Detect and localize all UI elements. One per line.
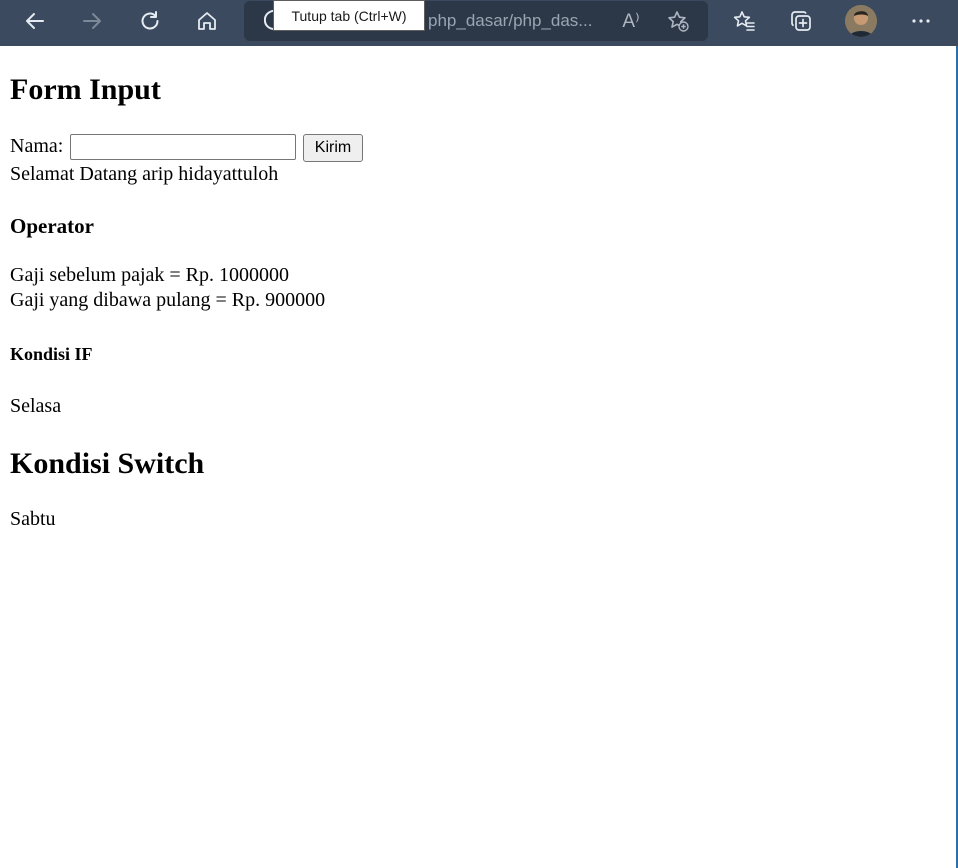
submit-button[interactable]: Kirim — [303, 134, 363, 162]
form-title: Form Input — [10, 73, 161, 106]
avatar-photo — [845, 5, 877, 37]
name-input[interactable] — [70, 134, 296, 160]
forward-button[interactable] — [74, 5, 110, 37]
address-url[interactable]: php_dasar/php_das... — [428, 11, 592, 31]
back-button[interactable] — [17, 5, 53, 37]
profile-avatar[interactable] — [845, 5, 877, 37]
read-aloud-button[interactable]: A⁾ — [619, 9, 643, 33]
refresh-icon — [141, 11, 159, 30]
salary-take-home: Gaji yang dibawa pulang = Rp. 900000 — [10, 289, 326, 311]
add-favorite-button[interactable] — [666, 9, 690, 33]
if-heading: Kondisi IF — [10, 344, 93, 364]
more-icon — [912, 19, 930, 23]
home-icon — [198, 12, 216, 30]
refresh-button[interactable] — [132, 5, 168, 37]
if-result: Selasa — [10, 395, 62, 417]
switch-result: Sabtu — [10, 508, 56, 530]
more-button[interactable] — [903, 5, 939, 37]
close-tab-tooltip: Tutup tab (Ctrl+W) — [273, 0, 425, 31]
home-button[interactable] — [189, 5, 225, 37]
forward-icon — [83, 13, 101, 29]
name-label: Nama: — [10, 135, 64, 157]
collections-icon — [791, 11, 811, 31]
favorites-icon — [733, 11, 755, 31]
collections-button[interactable] — [783, 5, 819, 37]
back-icon — [26, 13, 44, 29]
switch-heading: Kondisi Switch — [10, 447, 205, 480]
operator-heading: Operator — [10, 214, 94, 238]
favorites-button[interactable] — [726, 5, 762, 37]
add-favorite-icon — [668, 11, 689, 32]
browser-toolbar: php_dasar/php_das... A⁾ Tutup tab (Ctrl+… — [0, 0, 958, 46]
read-aloud-icon: A⁾ — [622, 10, 640, 32]
welcome-text: Selamat Datang arip hidayattuloh — [10, 163, 279, 185]
salary-before-tax: Gaji sebelum pajak = Rp. 1000000 — [10, 264, 290, 286]
